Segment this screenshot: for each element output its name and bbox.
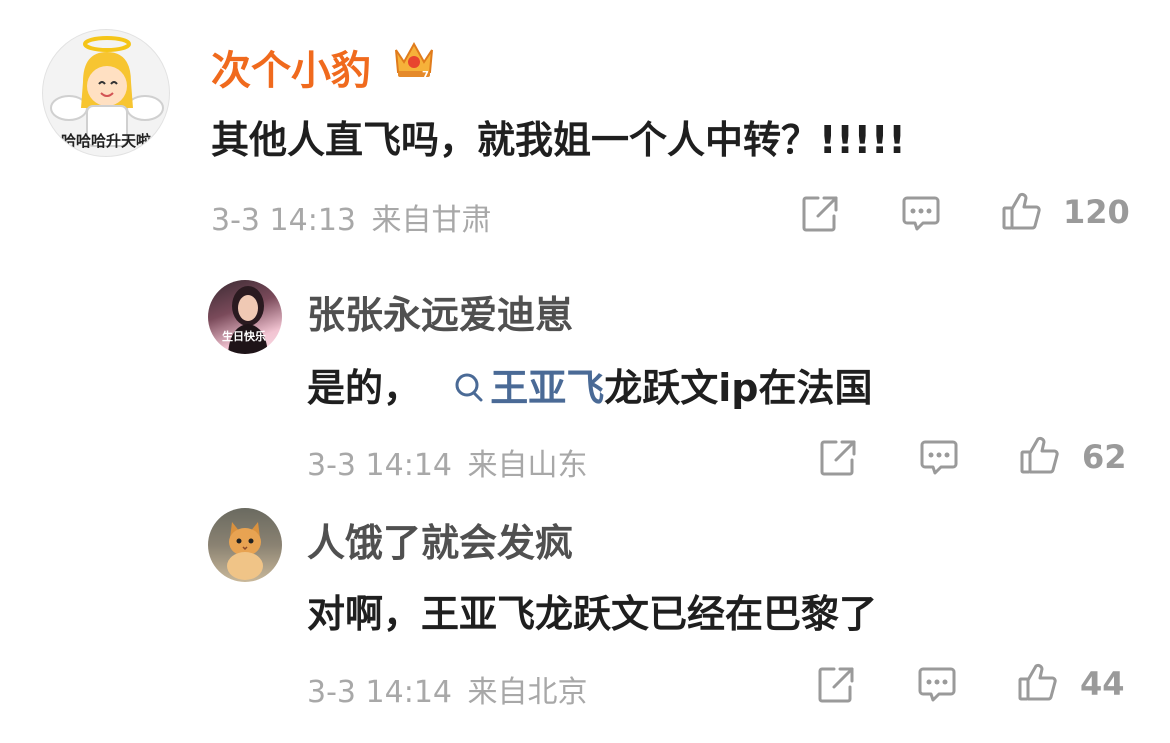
main-username[interactable]: 次个小豹 [211,38,371,96]
like-count: 44 [1080,665,1125,703]
kitten-illustration [227,522,263,580]
comment-icon[interactable] [899,192,943,236]
reply-username[interactable]: 人饿了就会发疯 [307,512,573,567]
comment-icon[interactable] [917,436,961,480]
share-icon[interactable] [814,663,858,707]
topic-link[interactable]: 王亚飞 [454,366,604,410]
search-icon [454,372,484,404]
share-icon[interactable] [798,192,842,236]
reply-location: 来自北京 [467,675,588,710]
main-comment-text: 其他人直飞吗，就我姐一个人中转？!!!!! [211,118,906,162]
avatar[interactable]: 哈哈哈升天啦 [42,29,170,157]
main-time: 3-3 14:13 [211,203,356,238]
like-count: 62 [1082,438,1127,476]
reply-avatar[interactable]: 生日快乐 [208,280,282,354]
like-count: 120 [1063,193,1130,231]
avatar-caption: 哈哈哈升天啦 [60,132,151,150]
main-location: 来自甘肃 [371,203,492,238]
topic-label: 王亚飞 [490,366,605,410]
svg-text:7: 7 [422,70,429,80]
reply-username[interactable]: 张张永远爱迪崽 [307,284,573,339]
avatar-caption: 生日快乐 [222,330,266,343]
reply-avatar[interactable] [208,508,282,582]
like-icon[interactable] [1016,661,1060,705]
like-icon[interactable] [1018,434,1062,478]
reply-time: 3-3 14:14 [307,675,452,710]
reply-text-prefix: 是的， [307,366,422,410]
main-timestamp: 3-3 14:13 来自甘肃 [211,195,492,239]
reply-timestamp: 3-3 14:14 来自山东 [307,440,588,484]
reply-time: 3-3 14:14 [307,448,452,483]
comment-icon[interactable] [915,663,959,707]
reply-text: 对啊，王亚飞龙跃文已经在巴黎了 [307,592,878,636]
like-icon[interactable] [1000,190,1044,234]
reply-text: 是的， 王亚飞龙跃文ip在法国 [307,357,873,412]
share-icon[interactable] [816,436,860,480]
reply-timestamp: 3-3 14:14 来自北京 [307,667,588,711]
reply-text-suffix: 龙跃文ip在法国 [604,366,873,410]
crown-icon: 7 [392,38,436,80]
reply-location: 来自山东 [467,448,588,483]
